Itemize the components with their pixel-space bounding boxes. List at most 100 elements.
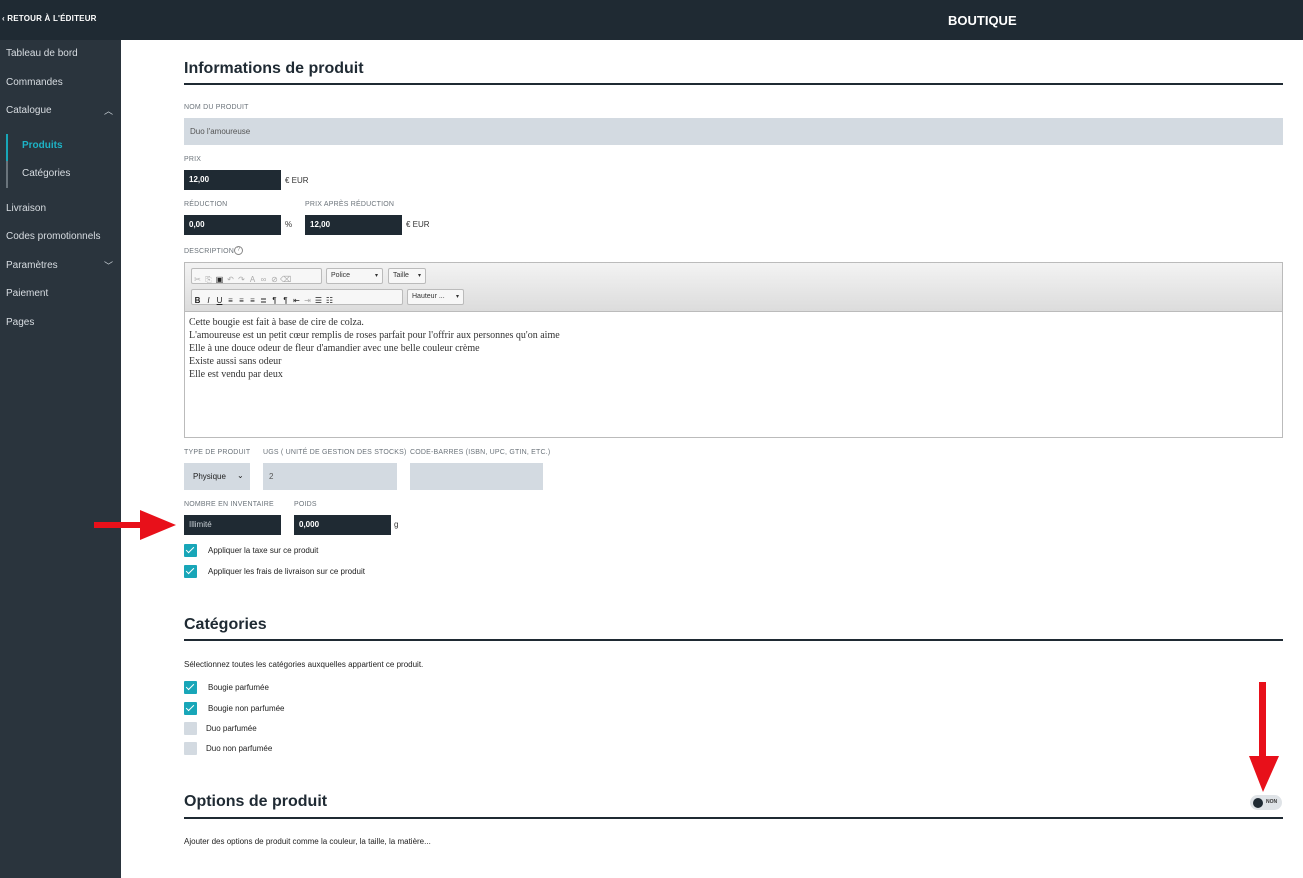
clipboard-toolbar-group: ✂ ⎘ ▣ ↶ ↷ A ∞ ⊘ ⌫ — [191, 268, 322, 284]
text-color-icon[interactable]: A — [247, 273, 258, 287]
back-to-editor-link[interactable]: ‹ RETOUR À L'ÉDITEUR — [2, 14, 97, 23]
description-line: Cette bougie est fait à base de cire de … — [189, 317, 364, 328]
annotation-arrow-right-icon — [94, 510, 176, 540]
editor-content[interactable]: Cette bougie est fait à base de cire de … — [189, 316, 560, 381]
sidebar-item-label: Paiement — [6, 288, 49, 299]
sidebar-item-promo-codes[interactable]: Codes promotionnels — [6, 231, 101, 242]
product-name-input[interactable]: Duo l'amoureuse — [184, 118, 1283, 145]
link-icon[interactable]: ∞ — [258, 273, 269, 287]
numbered-list-icon[interactable]: ☰ — [313, 294, 324, 308]
product-type-value: Physique — [193, 472, 226, 481]
product-info-title: Informations de produit — [184, 60, 364, 77]
cut-icon[interactable]: ✂ — [192, 273, 203, 287]
italic-icon[interactable]: I — [203, 294, 214, 308]
paste-icon[interactable]: ▣ — [214, 273, 225, 287]
tax-checkbox-label: Appliquer la taxe sur ce produit — [208, 546, 319, 555]
toggle-label: NON — [1266, 799, 1278, 805]
discount-input[interactable]: 0,00 — [184, 215, 281, 235]
price-unit: € EUR — [285, 176, 309, 185]
arrow-shape — [1249, 682, 1279, 792]
options-toggle[interactable]: NON — [1250, 795, 1282, 810]
category-checkbox[interactable] — [184, 742, 197, 755]
section-divider — [184, 817, 1283, 819]
category-label: Bougie parfumée — [208, 683, 269, 692]
price-input[interactable]: 12,00 — [184, 170, 281, 190]
sidebar-item-shipping[interactable]: Livraison — [6, 203, 46, 214]
font-select[interactable]: Police ▾ — [326, 268, 383, 284]
line-height-label: Hauteur ... — [412, 293, 445, 300]
category-checkbox[interactable] — [184, 702, 197, 715]
chevron-down-icon: ▾ — [455, 294, 459, 300]
bullet-list-icon[interactable]: ☷ — [324, 294, 335, 308]
sidebar-item-settings[interactable]: Paramètres ﹀ — [6, 260, 113, 271]
description-label: DESCRIPTION — [184, 248, 235, 255]
annotation-arrow-down-icon — [1249, 682, 1279, 792]
sidebar-item-label: Paramètres — [6, 260, 58, 271]
product-type-select[interactable]: Physique ⌄ — [184, 463, 250, 490]
chevron-down-icon: ﹀ — [104, 261, 114, 271]
undo-icon[interactable]: ↶ — [225, 273, 236, 287]
sidebar-subitem-categories[interactable]: Catégories — [22, 168, 70, 179]
arrow-shape — [94, 510, 176, 540]
sidebar-item-label: Commandes — [6, 77, 63, 88]
inventory-input[interactable]: Illimité — [184, 515, 281, 535]
eraser-icon[interactable]: ⌫ — [280, 273, 291, 287]
sidebar-item-pages[interactable]: Pages — [6, 317, 34, 328]
main-content: Informations de produit NOM DU PRODUIT D… — [121, 40, 1303, 878]
sidebar-item-payment[interactable]: Paiement — [6, 288, 48, 299]
shipping-checkbox[interactable] — [184, 565, 197, 578]
final-price-label: PRIX APRÈS RÉDUCTION — [305, 201, 395, 208]
category-label: Bougie non parfumée — [208, 704, 285, 713]
category-checkbox[interactable] — [184, 722, 197, 735]
rtl-icon[interactable]: ¶ — [280, 294, 291, 308]
shipping-checkbox-label: Appliquer les frais de livraison sur ce … — [208, 567, 365, 576]
final-price-unit: € EUR — [406, 220, 430, 229]
options-title: Options de produit — [184, 793, 328, 810]
redo-icon[interactable]: ↷ — [236, 273, 247, 287]
submenu-active-indicator — [6, 134, 8, 161]
outdent-icon[interactable]: ⇤ — [291, 294, 302, 308]
weight-unit: g — [394, 520, 399, 529]
categories-intro: Sélectionnez toutes les catégories auxqu… — [184, 660, 424, 669]
discount-unit: % — [285, 220, 293, 229]
sidebar-item-catalog[interactable]: Catalogue ︿ — [6, 105, 113, 116]
barcode-input[interactable] — [410, 463, 543, 490]
copy-icon[interactable]: ⎘ — [203, 273, 214, 287]
help-icon[interactable]: ? — [234, 246, 243, 255]
align-right-icon[interactable]: ≡ — [247, 294, 258, 308]
align-left-icon[interactable]: ≡ — [225, 294, 236, 308]
barcode-label: CODE-BARRES (ISBN, UPC, GTIN, ETC.) — [410, 449, 551, 456]
line-height-select[interactable]: Hauteur ... ▾ — [407, 289, 464, 305]
sidebar-item-label: Produits — [22, 140, 63, 151]
sidebar-item-label: Tableau de bord — [6, 48, 78, 59]
discount-label: RÉDUCTION — [184, 201, 228, 208]
align-justify-icon[interactable]: ≣ — [258, 294, 269, 308]
size-select[interactable]: Taille ▾ — [388, 268, 426, 284]
category-checkbox[interactable] — [184, 681, 197, 694]
underline-icon[interactable]: U — [214, 294, 225, 308]
indent-icon[interactable]: ⇥ — [302, 294, 313, 308]
chevron-down-icon: ▾ — [374, 273, 378, 279]
weight-label: POIDS — [294, 501, 317, 508]
tax-checkbox[interactable] — [184, 544, 197, 557]
final-price-input[interactable]: 12,00 — [305, 215, 402, 235]
sidebar-item-dashboard[interactable]: Tableau de bord — [6, 48, 78, 59]
description-editor[interactable]: ✂ ⎘ ▣ ↶ ↷ A ∞ ⊘ ⌫ Police ▾ Taille ▾ B I U ≡ ≡ ≡ ≣ ¶ ¶ ⇤ ⇥ ☰ ☷ … — [184, 262, 1283, 438]
unlink-icon[interactable]: ⊘ — [269, 273, 280, 287]
sidebar-subitem-products[interactable]: Produits — [22, 140, 63, 151]
sku-input[interactable]: 2 — [263, 463, 397, 490]
categories-title: Catégories — [184, 616, 267, 633]
app-title: BOUTIQUE — [948, 13, 1017, 28]
ltr-icon[interactable]: ¶ — [269, 294, 280, 308]
description-line: Elle est vendu par deux — [189, 369, 283, 380]
section-divider — [184, 83, 1283, 85]
sidebar-item-orders[interactable]: Commandes — [6, 77, 63, 88]
editor-toolbar: ✂ ⎘ ▣ ↶ ↷ A ∞ ⊘ ⌫ Police ▾ Taille ▾ B I U ≡ ≡ ≡ ≣ ¶ ¶ ⇤ ⇥ ☰ ☷ … — [185, 263, 1282, 312]
chevron-down-icon: ▾ — [417, 273, 421, 279]
sidebar-item-label: Codes promotionnels — [6, 231, 101, 242]
toggle-knob — [1253, 798, 1263, 808]
align-center-icon[interactable]: ≡ — [236, 294, 247, 308]
bold-icon[interactable]: B — [192, 294, 203, 308]
back-label: RETOUR À L'ÉDITEUR — [7, 14, 97, 23]
weight-input[interactable]: 0,000 — [294, 515, 391, 535]
